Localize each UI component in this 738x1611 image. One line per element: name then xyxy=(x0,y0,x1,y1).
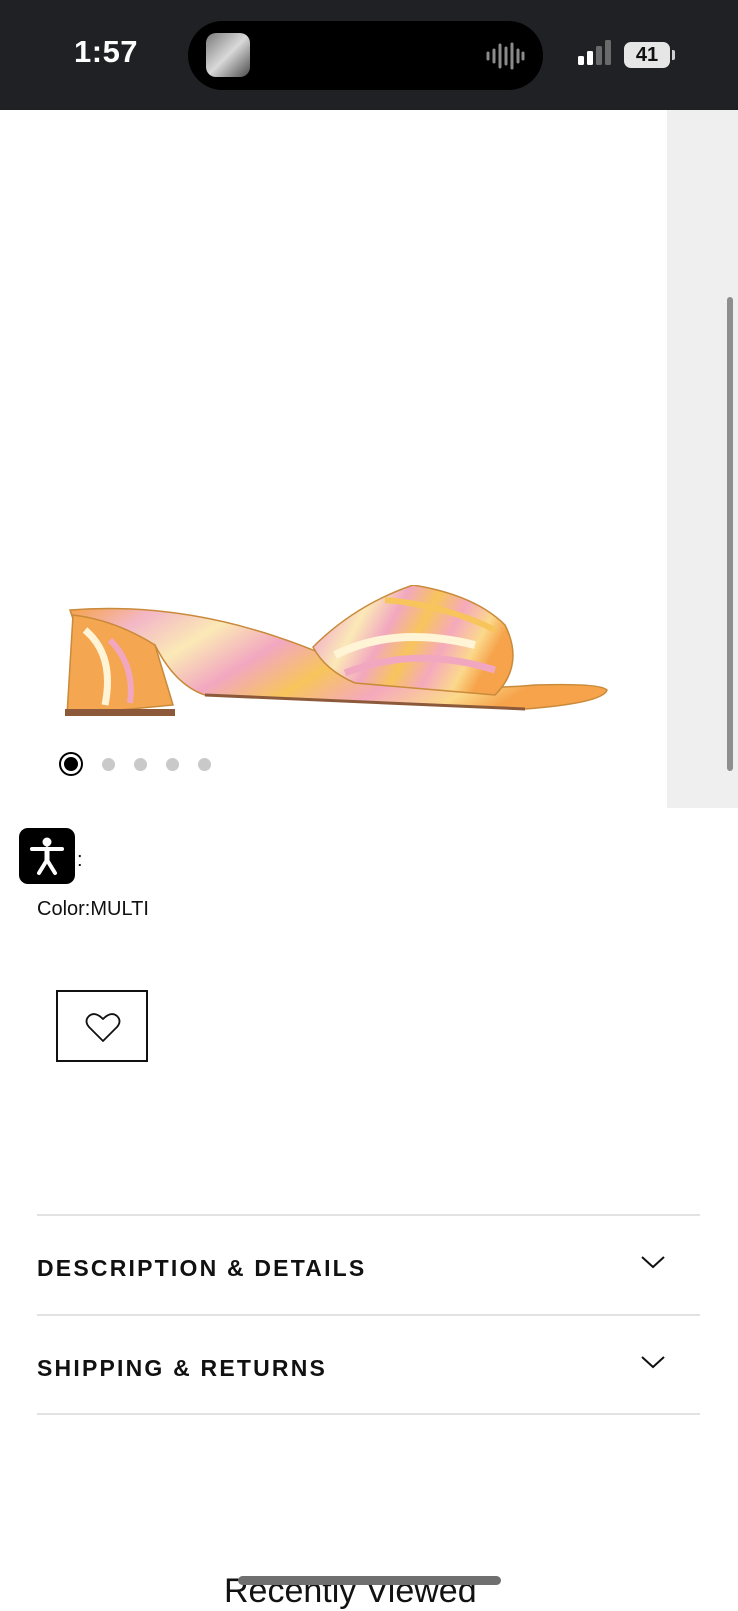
pagination-dot-active[interactable] xyxy=(61,754,81,774)
cellular-signal-icon xyxy=(578,40,611,65)
accordion-divider xyxy=(37,1314,700,1316)
now-playing-thumbnail xyxy=(206,33,250,77)
obscured-label: : xyxy=(77,849,83,871)
status-time: 1:57 xyxy=(74,34,139,69)
color-selection: Color:MULTI xyxy=(37,898,149,921)
pagination-dot[interactable] xyxy=(166,757,179,771)
heart-icon xyxy=(85,1013,121,1042)
accordion-shipping-returns[interactable]: SHIPPING & RETURNS xyxy=(37,1355,327,1382)
audio-wave-icon xyxy=(486,42,525,70)
battery-indicator: 41 xyxy=(624,42,670,68)
page-scrollbar[interactable] xyxy=(727,297,733,771)
accessibility-button[interactable] xyxy=(19,828,75,884)
chevron-down-icon[interactable] xyxy=(640,1254,666,1270)
color-label: Color: xyxy=(37,898,91,920)
chevron-down-icon[interactable] xyxy=(640,1354,666,1370)
home-indicator[interactable] xyxy=(238,1576,501,1585)
add-to-wishlist-button[interactable] xyxy=(56,990,148,1062)
pagination-dot[interactable] xyxy=(134,757,147,771)
product-image xyxy=(65,585,608,716)
color-value: MULTI xyxy=(90,898,149,920)
battery-tip xyxy=(672,50,675,60)
pagination-dot[interactable] xyxy=(102,757,115,771)
status-bar: 1:57 41 xyxy=(0,0,738,110)
accordion-divider xyxy=(37,1413,700,1415)
accordion-divider xyxy=(37,1214,700,1216)
accordion-description-details[interactable]: DESCRIPTION & DETAILS xyxy=(37,1255,366,1282)
dynamic-island[interactable] xyxy=(188,21,543,90)
accessibility-icon xyxy=(30,837,64,875)
gallery-pagination xyxy=(58,754,230,774)
pagination-dot[interactable] xyxy=(198,757,211,771)
